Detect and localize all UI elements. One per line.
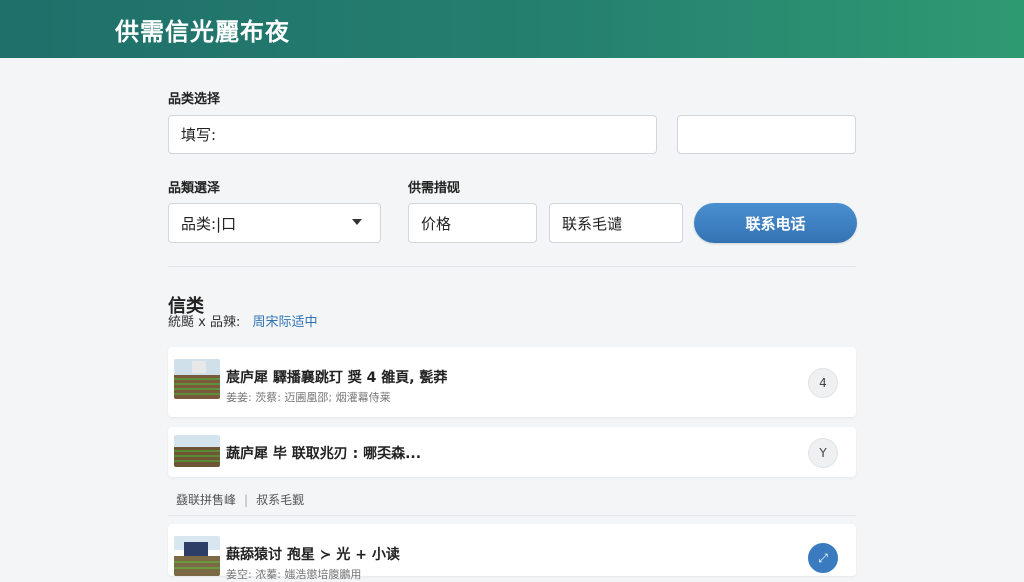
farm-thumbnail-icon <box>174 536 220 576</box>
list-item-title: 莀庐犀 驛播襄跳玎 奨 4 雒頁, 甏莽 <box>226 370 448 386</box>
price-field[interactable]: 价格 <box>408 203 537 243</box>
list-filter-prefix: 統颳 x 品辣: <box>168 315 241 330</box>
price-field-value: 价格 <box>421 214 452 233</box>
list-item[interactable]: 蕻舔猿讨 孢星 ≻ 光 + 小读 姜空: 浓蓁: 媸浩懲培腹鵬用 ⤢ <box>168 524 856 581</box>
phone-field-value: 联系毛谴 <box>562 214 623 233</box>
variety-select-value: 品类:|口 <box>181 214 237 233</box>
category-label: 品类选择 <box>168 92 221 107</box>
top-bar: 供需信光麗布夜 <box>0 0 1024 58</box>
divider <box>168 266 856 267</box>
list-item-title: 蔬庐犀 毕 联取兆刃 : 哪奀森... <box>226 446 422 462</box>
list-meta-left: 鼗联拼售峰 <box>176 493 237 507</box>
list-item[interactable]: 莀庐犀 驛播襄跳玎 奨 4 雒頁, 甏莽 姜姜: 茨蔡: 迈圃凰邵; 烟灌幕侍莱… <box>168 347 856 417</box>
contact-phone-button[interactable]: 联系电话 <box>694 203 857 243</box>
divider <box>168 515 856 516</box>
category-input-value: 填写: <box>181 126 217 144</box>
farm-thumbnail-icon <box>174 435 220 467</box>
list-item-meta: 姜空: 浓蓁: 媸浩懲培腹鵬用 <box>226 568 362 581</box>
list-meta-row: 鼗联拼售峰 | 叔系毛觐 <box>176 493 305 507</box>
chevron-down-icon <box>352 219 362 225</box>
item-action-button[interactable]: 4 <box>808 368 838 398</box>
supply-label: 供需措砚 <box>408 181 461 196</box>
category-input[interactable]: 填写: <box>168 115 657 154</box>
list-filter: 統颳 x 品辣: 周宋际适中 <box>168 311 318 330</box>
list-filter-link[interactable]: 周宋际适中 <box>252 315 317 330</box>
item-action-button[interactable]: ⤢ <box>808 543 838 573</box>
item-action-button[interactable]: Y <box>808 438 838 468</box>
list-item-meta: 姜姜: 茨蔡: 迈圃凰邵; 烟灌幕侍莱 <box>226 391 391 404</box>
list-item-title: 蕻舔猿讨 孢星 ≻ 光 + 小读 <box>226 547 400 563</box>
category-extra-input[interactable] <box>677 115 856 154</box>
farm-thumbnail-icon <box>174 359 220 399</box>
page-title: 供需信光麗布夜 <box>115 18 290 46</box>
variety-label: 品類選泽 <box>168 181 221 196</box>
variety-select[interactable]: 品类:|口 <box>168 203 381 243</box>
list-meta-right[interactable]: 叔系毛觐 <box>256 493 304 507</box>
phone-field[interactable]: 联系毛谴 <box>549 203 683 243</box>
list-item[interactable]: 蔬庐犀 毕 联取兆刃 : 哪奀森... Y <box>168 427 856 477</box>
